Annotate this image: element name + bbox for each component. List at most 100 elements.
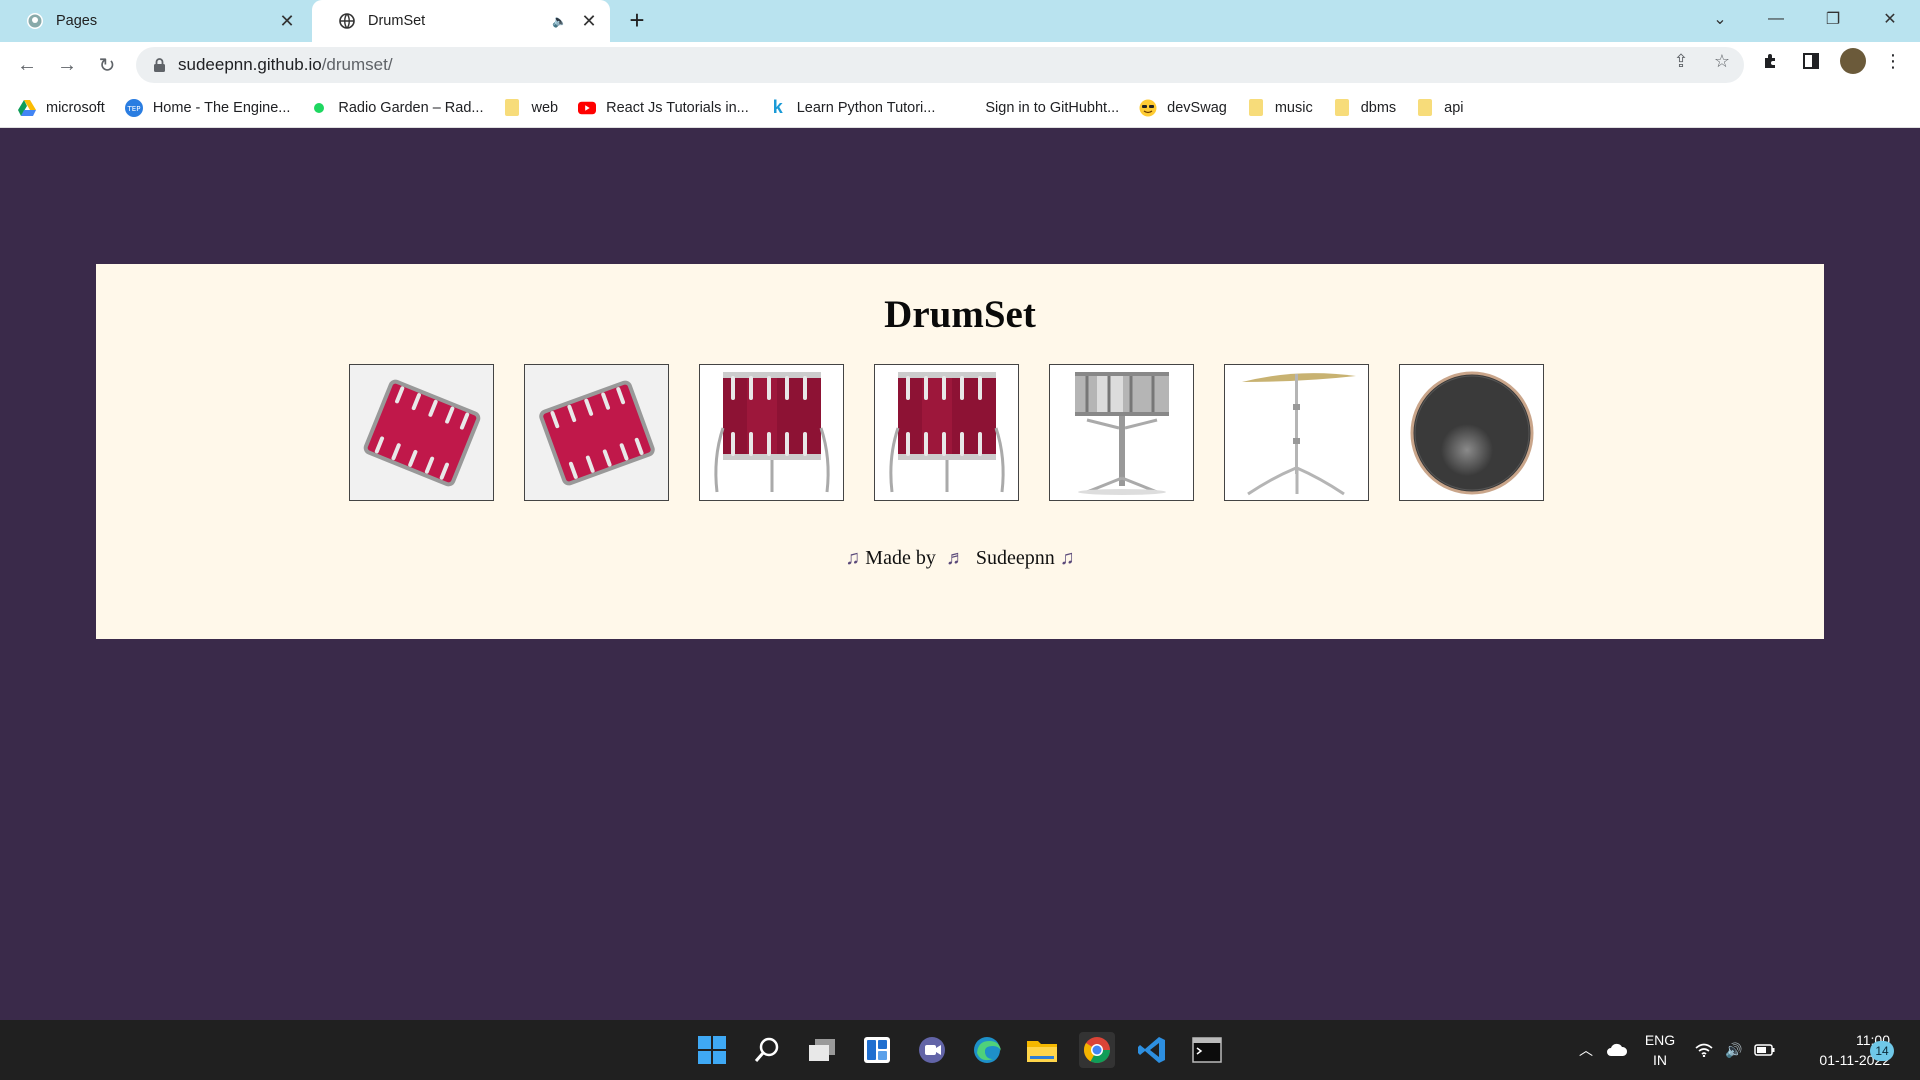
bookmarks-bar: microsoft TEP Home - The Engine... Radio… [0,88,1920,128]
task-view-icon[interactable] [804,1032,840,1068]
close-tab-icon[interactable]: ✕ [576,8,602,34]
drum-button-tom-2[interactable] [524,364,669,501]
chrome-icon[interactable] [1079,1032,1115,1068]
tom-drum-icon [538,380,655,485]
extensions-icon[interactable] [1760,50,1782,72]
drum-button-floor-tom-2[interactable] [874,364,1019,501]
close-tab-icon[interactable]: ✕ [274,8,300,34]
show-hidden-icons-chevron-icon[interactable]: ︿ [1574,1020,1598,1080]
browser-toolbar: ← → ↻ sudeepnn.github.io/drumset/ ⇪ ☆ ⋮ [0,42,1920,88]
music-note-icon: ♫ [1059,547,1075,569]
lock-icon[interactable] [152,57,166,73]
youtube-icon [578,99,597,117]
tab-drumset[interactable]: DrumSet 🔈 ✕ [312,0,610,42]
bookmark-label: api [1444,99,1464,116]
onedrive-cloud-icon[interactable] [1604,1020,1630,1080]
cymbal-icon [1241,372,1356,495]
drum-button-kick[interactable] [1399,364,1544,501]
volume-icon[interactable]: 🔊 [1722,1020,1746,1080]
floor-tom-icon [713,371,830,492]
bookmark-label: Radio Garden – Rad... [338,99,484,116]
github-icon [26,12,44,30]
menu-kebab-icon[interactable]: ⋮ [1882,50,1904,72]
reload-icon[interactable]: ↻ [92,50,122,80]
tab-title: DrumSet [368,13,426,29]
drum-buttons-row [349,364,1544,501]
edge-icon[interactable] [969,1032,1005,1068]
bookmark-label: microsoft [46,99,105,116]
folder-icon [1247,99,1265,117]
search-icon[interactable] [749,1032,785,1068]
speaker-muted-icon[interactable]: 🔈 [552,14,572,28]
star-icon[interactable]: ☆ [1711,50,1733,72]
forward-icon[interactable]: → [52,50,82,80]
page-title: DrumSet [884,293,1036,336]
snare-drum-icon [1074,371,1169,495]
bass-drum-icon [1410,371,1533,494]
new-tab-button[interactable]: + [622,6,652,36]
windows-start-icon[interactable] [694,1032,730,1068]
bookmark-home-engine[interactable]: TEP Home - The Engine... [124,98,291,117]
bookmark-label: React Js Tutorials in... [606,99,749,116]
made-by-label: Made by [865,547,936,569]
bookmark-devswag[interactable]: devSwag [1139,99,1227,117]
music-notes-icon: ♬ [940,547,971,569]
tab-pages[interactable]: Pages ✕ [0,0,308,42]
side-panel-icon[interactable] [1800,50,1822,72]
page-background: DrumSet ♫ Made by ♬ Sudeepnn ♫ [0,129,1920,1020]
bookmark-microsoft[interactable]: microsoft [18,99,105,117]
minimize-icon[interactable]: — [1748,0,1804,38]
globe-icon [338,12,356,30]
made-by-footer: ♫ Made by ♬ Sudeepnn ♫ [96,547,1824,570]
profile-avatar[interactable] [1840,48,1866,74]
file-explorer-icon[interactable] [1024,1032,1060,1068]
widgets-icon[interactable] [859,1032,895,1068]
tep-icon: TEP [124,98,143,117]
drum-button-tom-1[interactable] [349,364,494,501]
tab-search-chevron-icon[interactable]: ⌄ [1692,0,1748,38]
drum-button-floor-tom-1[interactable] [699,364,844,501]
drum-button-snare[interactable] [1049,364,1194,501]
folder-icon [1416,99,1434,117]
terminal-icon[interactable] [1189,1032,1225,1068]
notification-badge[interactable]: 14 [1870,1041,1894,1061]
bookmark-label: Home - The Engine... [152,99,291,116]
wifi-icon[interactable] [1692,1020,1716,1080]
bookmark-folder-web[interactable]: web [503,99,558,117]
input-language[interactable]: ENG IN [1640,1030,1680,1070]
bookmark-label: web [531,99,559,116]
tab-strip: Pages ✕ DrumSet 🔈 ✕ + ⌄ — ❐ ✕ [0,0,1920,42]
bookmark-label: dbms [1360,99,1397,116]
floor-tom-icon [888,371,1005,492]
green-dot-icon [310,99,328,117]
close-window-icon[interactable]: ✕ [1862,0,1918,38]
region-code: IN [1653,1052,1667,1068]
share-icon[interactable]: ⇪ [1670,50,1692,72]
restore-icon[interactable]: ❐ [1805,0,1861,38]
taskbar: ︿ ENG IN 🔊 11:00 01-11-2022 14 [0,1020,1920,1080]
address-bar[interactable]: sudeepnn.github.io/drumset/ [136,47,1744,83]
bookmark-learn-python[interactable]: k Learn Python Tutori... [769,97,936,117]
bookmark-folder-dbms[interactable]: dbms [1333,99,1396,117]
bookmark-folder-music[interactable]: music [1247,99,1313,117]
drumset-card: DrumSet ♫ Made by ♬ Sudeepnn ♫ [96,264,1824,639]
back-icon[interactable]: ← [12,50,42,80]
bookmark-label: Learn Python Tutori... [796,99,936,116]
vscode-icon[interactable] [1134,1032,1170,1068]
url-path: /drumset/ [321,55,393,74]
drum-button-crash[interactable] [1224,364,1369,501]
google-drive-icon [18,99,36,117]
sunglasses-emoji-icon [1139,99,1157,117]
bookmark-label: music [1274,99,1313,116]
k-icon: k [772,97,783,117]
bookmark-radio-garden[interactable]: Radio Garden – Rad... [310,99,483,117]
author-name: Sudeepnn [975,547,1055,569]
bookmark-github-signin[interactable]: Sign in to GitHubht... [985,100,1119,116]
bookmark-folder-api[interactable]: api [1416,99,1464,117]
battery-icon[interactable] [1752,1020,1778,1080]
bookmark-label: Sign in to GitHubht... [985,99,1120,116]
teams-chat-icon[interactable] [914,1032,950,1068]
folder-icon [503,99,521,117]
svg-text:TEP: TEP [126,105,140,113]
bookmark-react-tutorials[interactable]: React Js Tutorials in... [578,99,749,117]
